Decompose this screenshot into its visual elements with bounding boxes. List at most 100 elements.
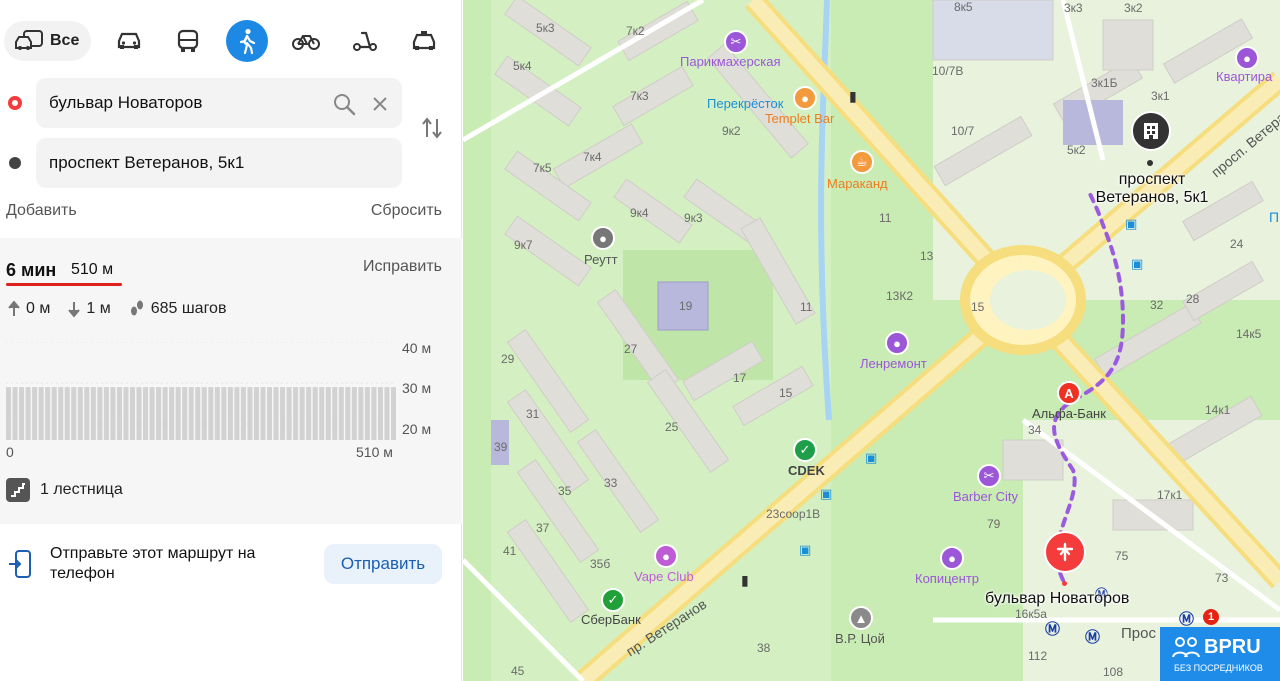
traffic-light-icon: ▮ xyxy=(849,88,857,104)
building-label: 3к2 xyxy=(1124,1,1143,15)
origin-pin[interactable] xyxy=(1044,531,1086,573)
elevation-bar xyxy=(188,387,194,440)
elevation-bar xyxy=(58,387,64,440)
cafe-icon[interactable]: ☕ xyxy=(850,150,874,174)
elevation-y-label-bottom: 20 м xyxy=(402,421,432,437)
metro-icon[interactable]: Ⓜ xyxy=(1085,626,1100,647)
mode-car-button[interactable] xyxy=(108,20,150,62)
elevation-bar xyxy=(338,387,344,440)
building-label: 79 xyxy=(987,517,1001,531)
origin-point xyxy=(1062,581,1067,586)
elevation-profile[interactable] xyxy=(6,342,396,440)
vape-icon[interactable]: ● xyxy=(654,544,678,568)
street-label: Прос xyxy=(1121,625,1156,642)
bank-icon[interactable]: A xyxy=(1057,381,1081,405)
scissors-icon[interactable]: ✂ xyxy=(724,30,748,54)
building-label: 10/7 xyxy=(951,124,975,138)
send-to-phone: Отправьте этот маршрут на телефон Отправ… xyxy=(0,524,462,604)
route-time: 6 мин xyxy=(6,260,57,280)
reset-route-link[interactable]: Сбросить xyxy=(371,202,442,220)
search-icon[interactable] xyxy=(332,92,356,116)
poi-label[interactable]: Мараканд xyxy=(827,176,888,191)
poi-label[interactable]: В.Р. Цой xyxy=(835,631,885,646)
poi-label[interactable]: Копицентр xyxy=(915,571,979,586)
building-label: 3к3 xyxy=(1064,1,1083,15)
shopping-icon[interactable]: ● xyxy=(793,86,817,110)
service-icon[interactable]: ● xyxy=(885,331,909,355)
from-input[interactable]: бульвар Новаторов xyxy=(36,78,402,128)
copy-center-icon[interactable]: ● xyxy=(940,546,964,570)
elevation-bar xyxy=(195,387,201,440)
poi-label[interactable]: CDEK xyxy=(788,463,825,478)
mode-scooter-button[interactable] xyxy=(344,20,386,62)
fix-route-link[interactable]: Исправить xyxy=(363,258,442,276)
send-to-phone-icon xyxy=(9,550,31,578)
metro-icon[interactable]: Ⓜ xyxy=(1045,618,1060,639)
route-summary[interactable]: 6 мин 510 м Исправить 0 м 1 м 685 шагов xyxy=(0,238,462,524)
destination-pin[interactable] xyxy=(1131,111,1171,151)
building-label: 10/7В xyxy=(932,64,964,78)
mode-bicycle-button[interactable] xyxy=(285,20,327,62)
elevation-bar xyxy=(175,387,181,440)
building-label: 13 xyxy=(920,249,934,263)
bus-stop-icon[interactable]: ▣ xyxy=(865,450,877,466)
poi-label[interactable]: Парикмахерская xyxy=(680,54,780,69)
to-input[interactable]: проспект Ветеранов, 5к1 xyxy=(36,138,402,188)
poi-label[interactable]: Реутт xyxy=(584,252,618,267)
elevation-bar xyxy=(25,387,31,440)
bus-stop-icon[interactable]: ▣ xyxy=(799,542,811,558)
monument-icon[interactable]: ▲ xyxy=(849,606,873,630)
elevation-y-label-mid: 30 м xyxy=(402,380,432,396)
send-button[interactable]: Отправить xyxy=(324,544,442,584)
add-point-link[interactable]: Добавить xyxy=(6,202,77,220)
elevation-y-label-top: 40 м xyxy=(402,340,432,356)
poi-label[interactable]: Templet Bar xyxy=(765,111,834,126)
elevation-bar xyxy=(6,387,12,440)
elevation-bar xyxy=(312,387,318,440)
mode-all-button[interactable]: Все xyxy=(4,21,92,61)
elevation-bar xyxy=(116,387,122,440)
elevation-bar xyxy=(77,387,83,440)
metro-icon[interactable]: Ⓜ xyxy=(1179,608,1194,629)
metro-line-badge: 1 xyxy=(1203,609,1219,625)
selected-route-underline xyxy=(6,283,122,286)
elevation-bar xyxy=(377,387,383,440)
elevation-bar xyxy=(247,387,253,440)
route-actions: Добавить Сбросить xyxy=(6,202,442,220)
scissors-icon[interactable]: ✂ xyxy=(977,464,1001,488)
map-view[interactable]: 5к3 7к2 5к4 7к3 9к2 7к4 7к5 9к4 9к3 9к7 … xyxy=(463,0,1280,681)
poi-label[interactable]: СберБанк xyxy=(581,612,641,627)
poi-label[interactable]: Альфа-Банк xyxy=(1032,406,1106,421)
building-label: 19 xyxy=(679,299,693,313)
poi-label[interactable]: Перекрёсток xyxy=(707,96,783,111)
app-root: Все бульвар Новаторов проспект Ветеранов… xyxy=(0,0,1280,681)
elevation-bar xyxy=(71,387,77,440)
elevation-bar xyxy=(143,387,149,440)
poi-label[interactable]: Ленремонт xyxy=(860,356,927,371)
mode-bus-button[interactable] xyxy=(167,20,209,62)
delivery-icon[interactable]: ✓ xyxy=(793,438,817,462)
mode-taxi-button[interactable] xyxy=(403,20,445,62)
building-label: 25 xyxy=(665,420,679,434)
sberbank-icon[interactable]: ✓ xyxy=(601,588,625,612)
building-label: 35 xyxy=(558,484,572,498)
elevation-bar xyxy=(169,387,175,440)
apartment-icon[interactable]: ● xyxy=(1235,46,1259,70)
place-icon[interactable]: ● xyxy=(591,226,615,250)
clear-icon[interactable] xyxy=(372,96,388,112)
route-to-row: проспект Ветеранов, 5к1 xyxy=(0,138,462,188)
building-label: 38 xyxy=(757,641,771,655)
elevation-bar xyxy=(32,387,38,440)
building-label: 33 xyxy=(604,476,618,490)
poi-label[interactable]: Vape Club xyxy=(634,569,694,584)
bus-stop-icon[interactable]: ▣ xyxy=(1125,216,1137,232)
stairs-info: 1 лестница xyxy=(6,478,123,502)
bus-stop-icon[interactable]: ▣ xyxy=(1131,256,1143,272)
mode-pedestrian-button[interactable] xyxy=(226,20,269,62)
bus-stop-icon[interactable]: ▣ xyxy=(820,486,832,502)
elevation-bar xyxy=(51,387,57,440)
swap-route-icon[interactable] xyxy=(420,116,444,140)
poi-label[interactable]: Квартира xyxy=(1216,69,1272,84)
poi-label[interactable]: Barber City xyxy=(953,489,1018,504)
elevation-bar xyxy=(351,387,357,440)
